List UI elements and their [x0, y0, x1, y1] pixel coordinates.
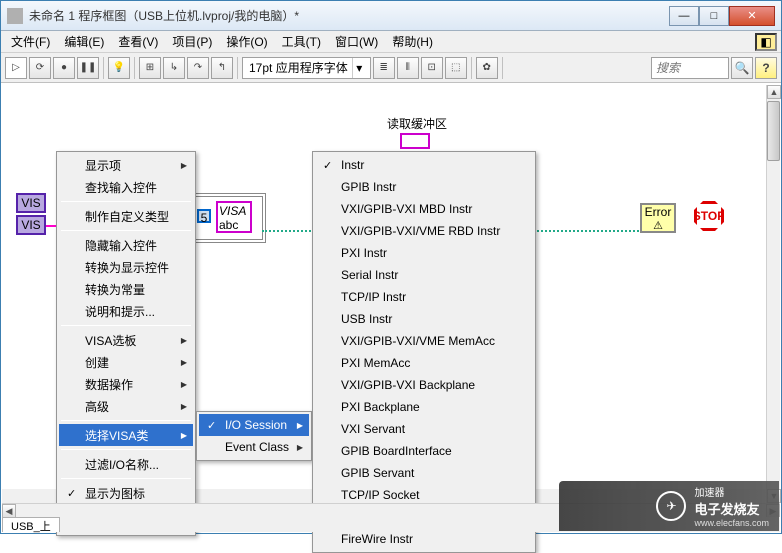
- context-menu-main: 显示项查找输入控件制作自定义类型隐藏输入控件转换为显示控件转换为常量说明和提示.…: [56, 151, 196, 536]
- menu-window[interactable]: 窗口(W): [329, 31, 384, 52]
- help-button[interactable]: ?: [755, 57, 777, 79]
- retain-wire-button[interactable]: ⊞: [139, 57, 161, 79]
- window-title: 未命名 1 程序框图（USB上位机.lvproj/我的电脑）*: [29, 7, 669, 24]
- ctx-iosession-item-1[interactable]: GPIB Instr: [315, 176, 533, 198]
- context-submenu-visa-class: I/O SessionEvent Class: [196, 411, 312, 461]
- visa-resource-control-top[interactable]: VIS: [16, 193, 46, 213]
- toolbar: ▷ ⟳ ● ❚❚ 💡 ⊞ ↳ ↷ ↰ 17pt 应用程序字体 ▾ ≣ ⫴ ⊡ ⬚…: [1, 53, 781, 83]
- footer-url: www.elecfans.com: [694, 518, 769, 528]
- ctx-iosession-item-4[interactable]: PXI Instr: [315, 242, 533, 264]
- ctx-iosession-item-13[interactable]: GPIB BoardInterface: [315, 440, 533, 462]
- vertical-scrollbar[interactable]: ▲ ▼: [766, 85, 780, 503]
- scroll-up-arrow[interactable]: ▲: [767, 85, 781, 99]
- ctx-iosession-item-5[interactable]: Serial Instr: [315, 264, 533, 286]
- cleanup-button[interactable]: ✿: [476, 57, 498, 79]
- ctx-iosession-item-14[interactable]: GPIB Servant: [315, 462, 533, 484]
- font-selector[interactable]: 17pt 应用程序字体 ▾: [242, 57, 371, 79]
- ctx-main-item-5[interactable]: 隐藏输入控件: [59, 234, 193, 256]
- ctx-main-item-15[interactable]: 选择VISA类: [59, 424, 193, 446]
- font-selector-label: 17pt 应用程序字体: [249, 59, 348, 76]
- error-indicator[interactable]: Error⚠: [640, 203, 676, 233]
- ctx-main-item-19[interactable]: 显示为图标: [59, 482, 193, 504]
- app-icon: [7, 8, 23, 24]
- brand-logo-icon: ✈: [656, 491, 686, 521]
- step-into-button[interactable]: ↳: [163, 57, 185, 79]
- ctx-iosession-item-2[interactable]: VXI/GPIB-VXI MBD Instr: [315, 198, 533, 220]
- ctx-visaclass-item-1[interactable]: Event Class: [199, 436, 309, 458]
- ctx-main-item-11[interactable]: 创建: [59, 351, 193, 373]
- footer-overlay: ✈ 加速器 电子发烧友 www.elecfans.com: [559, 481, 779, 531]
- footer-text-accel: 加速器: [694, 484, 769, 499]
- ctx-main-separator: [61, 449, 191, 450]
- ctx-main-item-10[interactable]: VISA选板: [59, 329, 193, 351]
- abort-button[interactable]: ●: [53, 57, 75, 79]
- ctx-visaclass-item-0[interactable]: I/O Session: [199, 414, 309, 436]
- ctx-main-item-0[interactable]: 显示项: [59, 154, 193, 176]
- menu-file[interactable]: 文件(F): [5, 31, 56, 52]
- visa-resource-control-mid[interactable]: VIS: [16, 215, 46, 235]
- ctx-iosession-item-7[interactable]: USB Instr: [315, 308, 533, 330]
- close-button[interactable]: ✕: [729, 6, 775, 26]
- distribute-button[interactable]: ⫴: [397, 57, 419, 79]
- step-out-button[interactable]: ↰: [211, 57, 233, 79]
- visa-read-node[interactable]: VISA abc: [216, 201, 252, 233]
- menubar: 文件(F) 编辑(E) 查看(V) 项目(P) 操作(O) 工具(T) 窗口(W…: [1, 31, 781, 53]
- menu-tools[interactable]: 工具(T): [276, 31, 327, 52]
- ctx-main-separator: [61, 325, 191, 326]
- align-button[interactable]: ≣: [373, 57, 395, 79]
- ctx-main-item-8[interactable]: 说明和提示...: [59, 300, 193, 322]
- context-help-toggle[interactable]: ◧: [755, 33, 777, 51]
- reorder-button[interactable]: ⬚: [445, 57, 467, 79]
- context-submenu-io-session: InstrGPIB InstrVXI/GPIB-VXI MBD InstrVXI…: [312, 151, 536, 553]
- ctx-iosession-item-9[interactable]: PXI MemAcc: [315, 352, 533, 374]
- ctx-iosession-item-3[interactable]: VXI/GPIB-VXI/VME RBD Instr: [315, 220, 533, 242]
- step-over-button[interactable]: ↷: [187, 57, 209, 79]
- ctx-main-separator: [61, 478, 191, 479]
- footer-brand: 电子发烧友: [694, 499, 769, 518]
- project-tab[interactable]: USB_上: [2, 517, 60, 532]
- search-input[interactable]: [652, 61, 728, 75]
- highlight-button[interactable]: 💡: [108, 57, 130, 79]
- ctx-main-item-7[interactable]: 转换为常量: [59, 278, 193, 300]
- minimize-button[interactable]: —: [669, 6, 699, 26]
- ctx-iosession-item-10[interactable]: VXI/GPIB-VXI Backplane: [315, 374, 533, 396]
- pause-button[interactable]: ❚❚: [77, 57, 99, 79]
- ctx-main-item-12[interactable]: 数据操作: [59, 373, 193, 395]
- chevron-down-icon: ▾: [352, 58, 366, 78]
- ctx-iosession-item-12[interactable]: VXI Servant: [315, 418, 533, 440]
- scroll-thumb-v[interactable]: [767, 101, 780, 161]
- menu-project[interactable]: 项目(P): [166, 31, 218, 52]
- menu-edit[interactable]: 编辑(E): [58, 31, 110, 52]
- ctx-main-item-13[interactable]: 高级: [59, 395, 193, 417]
- ctx-iosession-item-6[interactable]: TCP/IP Instr: [315, 286, 533, 308]
- maximize-button[interactable]: □: [699, 6, 729, 26]
- menu-help[interactable]: 帮助(H): [386, 31, 439, 52]
- ctx-main-item-1[interactable]: 查找输入控件: [59, 176, 193, 198]
- ctx-main-item-3[interactable]: 制作自定义类型: [59, 205, 193, 227]
- menu-operate[interactable]: 操作(O): [220, 31, 273, 52]
- ctx-main-item-17[interactable]: 过滤I/O名称...: [59, 453, 193, 475]
- ctx-iosession-item-8[interactable]: VXI/GPIB-VXI/VME MemAcc: [315, 330, 533, 352]
- read-buffer-label: 读取缓冲区: [387, 115, 447, 132]
- scroll-left-arrow[interactable]: ◀: [2, 504, 16, 518]
- resize-button[interactable]: ⊡: [421, 57, 443, 79]
- constant-5[interactable]: 5: [197, 209, 211, 223]
- ctx-iosession-item-11[interactable]: PXI Backplane: [315, 396, 533, 418]
- ctx-main-separator: [61, 201, 191, 202]
- stop-button-terminal[interactable]: STOP: [694, 201, 726, 233]
- ctx-main-separator: [61, 230, 191, 231]
- ctx-main-item-6[interactable]: 转换为显示控件: [59, 256, 193, 278]
- run-button[interactable]: ▷: [5, 57, 27, 79]
- buffer-indicator[interactable]: [400, 133, 430, 149]
- menu-view[interactable]: 查看(V): [112, 31, 164, 52]
- ctx-main-separator: [61, 420, 191, 421]
- search-button[interactable]: 🔍: [731, 57, 753, 79]
- run-continuous-button[interactable]: ⟳: [29, 57, 51, 79]
- titlebar: 未命名 1 程序框图（USB上位机.lvproj/我的电脑）* — □ ✕: [1, 1, 781, 31]
- ctx-iosession-item-0[interactable]: Instr: [315, 154, 533, 176]
